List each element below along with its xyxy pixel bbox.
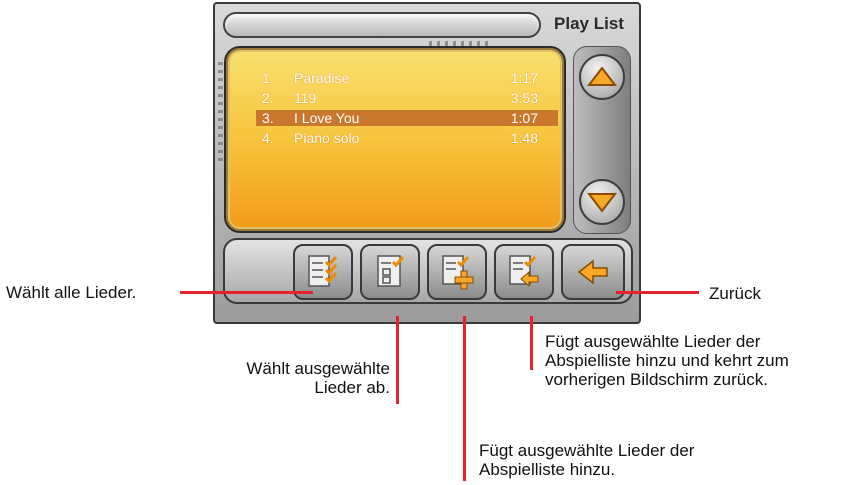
playlist-item[interactable]: 4. Piano solo 1:48 bbox=[256, 130, 558, 146]
item-number: 3. bbox=[262, 110, 274, 126]
item-title: Paradise bbox=[294, 70, 350, 86]
callout-add-return-line1: Fügt ausgewählte Lieder der bbox=[545, 332, 761, 351]
item-number: 1. bbox=[262, 70, 274, 86]
callout-line-select-all bbox=[180, 291, 313, 294]
add-and-return-button[interactable] bbox=[494, 244, 554, 300]
item-title: Piano solo bbox=[294, 130, 360, 146]
deselect-button[interactable] bbox=[360, 244, 420, 300]
callout-add-line1: Fügt ausgewählte Lieder der bbox=[479, 441, 695, 460]
arrow-down-icon bbox=[587, 193, 617, 213]
add-to-playlist-button[interactable] bbox=[427, 244, 487, 300]
playlist-item-selected[interactable]: 3. I Love You 1:07 bbox=[256, 110, 558, 126]
scroll-up-button[interactable] bbox=[579, 54, 625, 100]
callout-deselect-line1: Wählt ausgewählte bbox=[246, 359, 390, 378]
callout-add-return-line2: Abspielliste hinzu und kehrt zum bbox=[545, 351, 789, 370]
callout-add-return-line3: vorherigen Bildschirm zurück. bbox=[545, 370, 768, 389]
callout-line-back bbox=[616, 291, 699, 294]
callout-line-add bbox=[463, 316, 466, 481]
callout-line-deselect bbox=[396, 316, 399, 404]
playlist-screen: 1. Paradise 1:17 2. 119 3:53 3. I Love Y… bbox=[224, 46, 566, 233]
callout-add: Fügt ausgewählte Lieder der Abspielliste… bbox=[479, 441, 694, 479]
title-bar-pill bbox=[223, 12, 541, 38]
callout-add-return: Fügt ausgewählte Lieder der Abspielliste… bbox=[545, 332, 789, 389]
left-grip bbox=[218, 62, 223, 162]
scroll-down-button[interactable] bbox=[579, 179, 625, 225]
page-title: Play List bbox=[554, 14, 624, 33]
playlist-add-return-icon bbox=[509, 255, 539, 288]
callout-line-add-return bbox=[530, 316, 533, 370]
item-title: I Love You bbox=[294, 110, 360, 126]
checklist-deselect-icon bbox=[377, 255, 405, 287]
item-number: 2. bbox=[262, 90, 274, 106]
callout-deselect-line2: Lieder ab. bbox=[314, 378, 390, 397]
item-duration: 3:53 bbox=[510, 90, 538, 106]
callout-select-all: Wählt alle Lieder. bbox=[6, 283, 137, 302]
item-duration: 1:17 bbox=[510, 70, 538, 86]
item-duration: 1:07 bbox=[510, 110, 538, 126]
back-arrow-icon bbox=[577, 259, 608, 285]
item-number: 4. bbox=[262, 130, 274, 146]
item-title: 119 bbox=[294, 90, 317, 106]
playlist-add-icon bbox=[442, 255, 474, 290]
checklist-all-icon bbox=[308, 255, 338, 287]
device-frame: Play List 1. Paradise 1:17 2. 119 3:53 3… bbox=[213, 2, 641, 324]
callout-back: Zurück bbox=[709, 284, 761, 303]
playlist-item[interactable]: 2. 119 3:53 bbox=[256, 90, 558, 106]
callout-add-line2: Abspielliste hinzu. bbox=[479, 460, 616, 479]
arrow-up-icon bbox=[587, 66, 617, 86]
callout-deselect: Wählt ausgewählte Lieder ab. bbox=[200, 359, 390, 397]
item-duration: 1:48 bbox=[510, 130, 538, 146]
playlist-item[interactable]: 1. Paradise 1:17 bbox=[256, 70, 558, 86]
